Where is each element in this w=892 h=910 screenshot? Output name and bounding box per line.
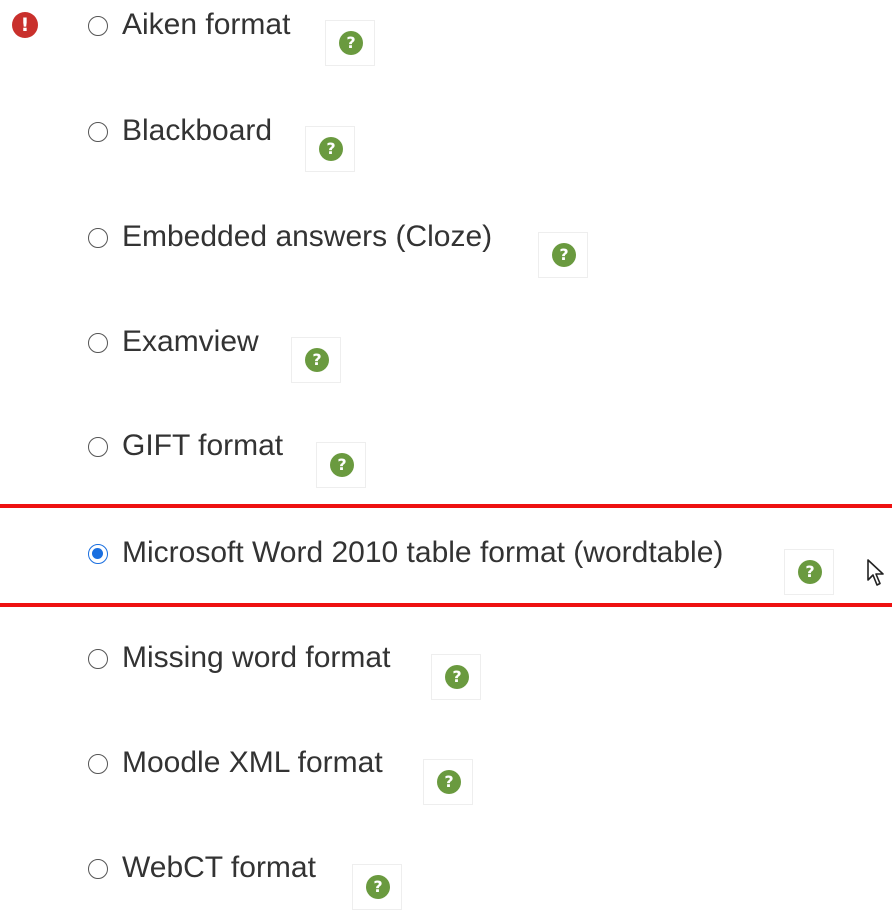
option-label[interactable]: WebCT format	[122, 846, 316, 890]
option-label[interactable]: Embedded answers (Cloze)	[122, 215, 492, 259]
question-circle-icon: ?	[445, 665, 469, 689]
help-button-blackboard[interactable]: ?	[305, 126, 355, 172]
option-label[interactable]: Moodle XML format	[122, 741, 383, 785]
question-circle-icon: ?	[330, 453, 354, 477]
question-circle-icon: ?	[798, 560, 822, 584]
import-format-page: ! Aiken format ? Blackboard ? Embedded a…	[0, 0, 892, 910]
help-button-examview[interactable]: ?	[291, 337, 341, 383]
option-label[interactable]: Microsoft Word 2010 table format (wordta…	[122, 531, 723, 575]
radio-webct-format[interactable]	[88, 859, 108, 879]
help-button-aiken-format[interactable]: ?	[325, 20, 375, 66]
help-button-gift-format[interactable]: ?	[316, 442, 366, 488]
option-label[interactable]: Examview	[122, 320, 259, 364]
error-icon: !	[12, 12, 38, 38]
radio-missing-word-format[interactable]	[88, 649, 108, 669]
help-button-missing-word-format[interactable]: ?	[431, 654, 481, 700]
help-button-webct-format[interactable]: ?	[352, 864, 402, 910]
question-circle-icon: ?	[366, 875, 390, 899]
question-circle-icon: ?	[339, 31, 363, 55]
radio-gift-format[interactable]	[88, 437, 108, 457]
question-circle-icon: ?	[437, 770, 461, 794]
question-circle-icon: ?	[305, 348, 329, 372]
mouse-pointer-icon	[867, 559, 884, 586]
radio-examview[interactable]	[88, 333, 108, 353]
highlight-line-bottom	[0, 603, 892, 607]
option-label[interactable]: Blackboard	[122, 109, 272, 153]
question-circle-icon: ?	[319, 137, 343, 161]
option-label[interactable]: GIFT format	[122, 424, 283, 468]
help-button-moodle-xml-format[interactable]: ?	[423, 759, 473, 805]
radio-blackboard[interactable]	[88, 122, 108, 142]
highlight-line-top	[0, 504, 892, 508]
option-label[interactable]: Missing word format	[122, 636, 390, 680]
radio-moodle-xml-format[interactable]	[88, 754, 108, 774]
help-button-microsoft-word-table[interactable]: ?	[784, 549, 834, 595]
help-button-embedded-answers[interactable]: ?	[538, 232, 588, 278]
radio-microsoft-word-table[interactable]	[88, 544, 108, 564]
radio-aiken-format[interactable]	[88, 16, 108, 36]
radio-embedded-answers[interactable]	[88, 228, 108, 248]
question-circle-icon: ?	[552, 243, 576, 267]
option-label[interactable]: Aiken format	[122, 3, 290, 47]
